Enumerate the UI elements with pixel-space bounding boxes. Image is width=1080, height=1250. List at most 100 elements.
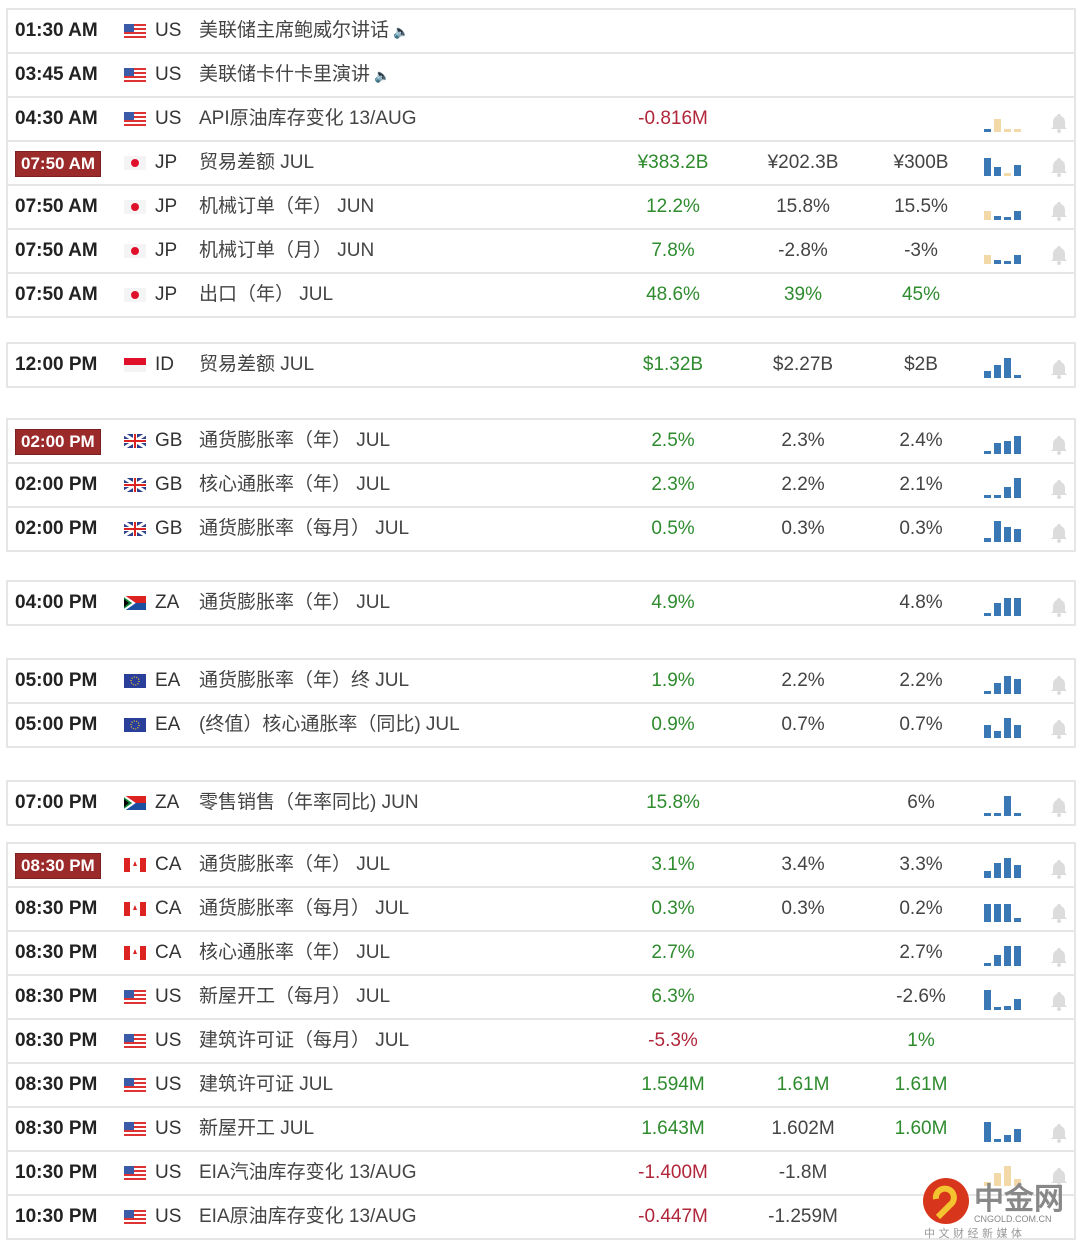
event-name[interactable]: 贸易差额 JUL	[199, 344, 314, 386]
history-mini-chart[interactable]	[984, 106, 1028, 132]
bell-alert-icon[interactable]	[1048, 430, 1070, 455]
event-name[interactable]: 通货膨胀率（年） JUL	[199, 420, 390, 462]
country-code: US	[155, 108, 182, 129]
actual-value: 0.9%	[651, 714, 695, 735]
flag-id-icon	[124, 358, 146, 372]
event-time: 12:00 PM	[15, 354, 98, 375]
previous-value: 0.3%	[899, 518, 943, 539]
event-name[interactable]: 核心通胀率（年） JUL	[199, 932, 390, 974]
event-name[interactable]: 建筑许可证 JUL	[199, 1064, 333, 1106]
bell-alert-icon[interactable]	[1048, 474, 1070, 499]
event-name[interactable]: 通货膨胀率（年）终 JUL	[199, 660, 409, 702]
history-mini-chart[interactable]	[984, 896, 1028, 922]
event-name[interactable]: 零售销售（年率同比) JUN	[199, 782, 419, 824]
event-time: 10:30 PM	[15, 1162, 98, 1183]
event-name[interactable]: API原油库存变化 13/AUG	[199, 98, 417, 140]
bell-alert-icon[interactable]	[1048, 354, 1070, 379]
bell-alert-icon[interactable]	[1048, 854, 1070, 879]
history-mini-chart[interactable]	[984, 1116, 1028, 1142]
event-group: 05:00 PM EA 通货膨胀率（年）终 JUL 1.9% 2.2% 2.2% 05:00…	[6, 658, 1076, 748]
bell-alert-icon[interactable]	[1048, 592, 1070, 617]
table-row[interactable]: 05:00 PM EA 通货膨胀率（年）终 JUL 1.9% 2.2% 2.2%	[8, 658, 1074, 702]
history-mini-chart[interactable]	[984, 150, 1028, 176]
bell-alert-icon[interactable]	[1048, 196, 1070, 221]
table-row[interactable]: 08:30 PM US 新屋开工（每月） JUL 6.3% -2.6%	[8, 974, 1074, 1018]
bell-alert-icon[interactable]	[1048, 714, 1070, 739]
event-name[interactable]: 核心通胀率（年） JUL	[199, 464, 390, 506]
table-row[interactable]: 04:00 PM ZA 通货膨胀率（年） JUL 4.9% 4.8%	[8, 580, 1074, 624]
actual-value: 6.3%	[651, 986, 695, 1007]
bell-alert-icon[interactable]	[1048, 108, 1070, 133]
table-row[interactable]: 10:30 PM US EIA原油库存变化 13/AUG -0.447M -1.259M	[8, 1194, 1074, 1238]
country-code: US	[155, 20, 182, 41]
country-code: GB	[155, 474, 183, 495]
table-row[interactable]: 07:50 AM JP 机械订单（年） JUN 12.2% 15.8% 15.5%	[8, 184, 1074, 228]
event-name[interactable]: EIA原油库存变化 13/AUG	[199, 1196, 417, 1238]
event-name[interactable]: 出口（年） JUL	[199, 274, 333, 316]
event-name[interactable]: 通货膨胀率（年） JUL	[199, 582, 390, 624]
history-mini-chart[interactable]	[984, 668, 1028, 694]
event-name[interactable]: 机械订单（月） JUN	[199, 230, 374, 272]
history-mini-chart[interactable]	[984, 790, 1028, 816]
bell-alert-icon[interactable]	[1048, 942, 1070, 967]
event-title: 通货膨胀率（年） JUL	[199, 854, 391, 875]
table-row[interactable]: 07:50 AM JP 机械订单（月） JUN 7.8% -2.8% -3%	[8, 228, 1074, 272]
bell-alert-icon[interactable]	[1048, 240, 1070, 265]
table-row[interactable]: 07:50 AM JP 出口（年） JUL 48.6% 39% 45%	[8, 272, 1074, 316]
table-row[interactable]: 02:00 PM GB 通货膨胀率（每月） JUL 0.5% 0.3% 0.3%	[8, 506, 1074, 550]
flag-ca-icon	[124, 858, 146, 872]
bell-alert-icon[interactable]	[1048, 986, 1070, 1011]
event-name[interactable]: 新屋开工 JUL	[199, 1108, 314, 1150]
history-mini-chart[interactable]	[984, 352, 1028, 378]
table-row[interactable]: 08:30 PM US 建筑许可证（每月） JUL -5.3% 1%	[8, 1018, 1074, 1062]
table-row[interactable]: 03:45 AM US 美联储卡什卡里演讲 🔈	[8, 52, 1074, 96]
event-name[interactable]: 通货膨胀率（每月） JUL	[199, 508, 409, 550]
history-mini-chart[interactable]	[984, 194, 1028, 220]
table-row[interactable]: 02:00 PM GB 通货膨胀率（年） JUL 2.5% 2.3% 2.4%	[8, 418, 1074, 462]
history-mini-chart[interactable]	[984, 472, 1028, 498]
event-name[interactable]: 贸易差额 JUL	[199, 142, 314, 184]
forecast-value: -1.259M	[768, 1206, 838, 1227]
table-row[interactable]: 10:30 PM US EIA汽油库存变化 13/AUG -1.400M -1.8M	[8, 1150, 1074, 1194]
event-name[interactable]: 建筑许可证（每月） JUL	[199, 1020, 409, 1062]
bell-alert-icon[interactable]	[1048, 792, 1070, 817]
bell-alert-icon[interactable]	[1048, 898, 1070, 923]
history-mini-chart[interactable]	[984, 238, 1028, 264]
table-row[interactable]: 07:50 AM JP 贸易差额 JUL ¥383.2B ¥202.3B ¥300B	[8, 140, 1074, 184]
country-code: GB	[155, 518, 183, 539]
history-mini-chart[interactable]	[984, 940, 1028, 966]
event-name[interactable]: 美联储主席鲍威尔讲话 🔈	[199, 10, 409, 53]
bell-alert-icon[interactable]	[1048, 1118, 1070, 1143]
table-row[interactable]: 08:30 PM CA 通货膨胀率（年） JUL 3.1% 3.4% 3.3%	[8, 842, 1074, 886]
actual-value: 1.594M	[641, 1074, 705, 1095]
table-row[interactable]: 08:30 PM CA 通货膨胀率（每月） JUL 0.3% 0.3% 0.2%	[8, 886, 1074, 930]
country-code: US	[155, 1118, 182, 1139]
bell-alert-icon[interactable]	[1048, 518, 1070, 543]
table-row[interactable]: 02:00 PM GB 核心通胀率（年） JUL 2.3% 2.2% 2.1%	[8, 462, 1074, 506]
event-name[interactable]: 机械订单（年） JUN	[199, 186, 374, 228]
history-mini-chart[interactable]	[984, 712, 1028, 738]
history-mini-chart[interactable]	[984, 516, 1028, 542]
history-mini-chart[interactable]	[984, 984, 1028, 1010]
table-row[interactable]: 12:00 PM ID 贸易差额 JUL $1.32B $2.27B $2B	[8, 342, 1074, 386]
event-name[interactable]: EIA汽油库存变化 13/AUG	[199, 1152, 417, 1194]
mini-chart-bar	[994, 955, 1001, 966]
event-name[interactable]: 美联储卡什卡里演讲 🔈	[199, 54, 390, 97]
table-row[interactable]: 08:30 PM US 新屋开工 JUL 1.643M 1.602M 1.60M	[8, 1106, 1074, 1150]
event-name[interactable]: 通货膨胀率（年） JUL	[199, 844, 390, 886]
table-row[interactable]: 08:30 PM CA 核心通胀率（年） JUL 2.7% 2.7%	[8, 930, 1074, 974]
event-name[interactable]: (终值）核心通胀率（同比) JUL	[199, 704, 460, 746]
bell-alert-icon[interactable]	[1048, 152, 1070, 177]
table-row[interactable]: 04:30 AM US API原油库存变化 13/AUG -0.816M	[8, 96, 1074, 140]
table-row[interactable]: 05:00 PM EA (终值）核心通胀率（同比) JUL 0.9% 0.7% 0.7%	[8, 702, 1074, 746]
event-name[interactable]: 新屋开工（每月） JUL	[199, 976, 390, 1018]
table-row[interactable]: 01:30 AM US 美联储主席鲍威尔讲话 🔈	[8, 8, 1074, 52]
history-mini-chart[interactable]	[984, 428, 1028, 454]
history-mini-chart[interactable]	[984, 590, 1028, 616]
bell-alert-icon[interactable]	[1048, 670, 1070, 695]
table-row[interactable]: 08:30 PM US 建筑许可证 JUL 1.594M 1.61M 1.61M	[8, 1062, 1074, 1106]
event-name[interactable]: 通货膨胀率（每月） JUL	[199, 888, 409, 930]
event-group: 04:00 PM ZA 通货膨胀率（年） JUL 4.9% 4.8%	[6, 580, 1076, 626]
history-mini-chart[interactable]	[984, 852, 1028, 878]
table-row[interactable]: 07:00 PM ZA 零售销售（年率同比) JUN 15.8% 6%	[8, 780, 1074, 824]
